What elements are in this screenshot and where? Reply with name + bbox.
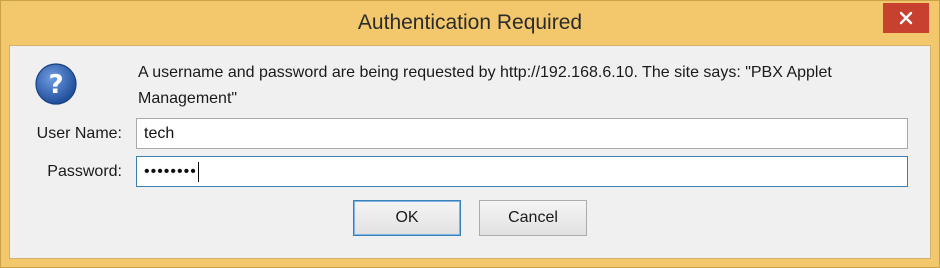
- ok-button[interactable]: OK: [353, 200, 461, 236]
- password-label: Password:: [47, 163, 122, 180]
- close-button[interactable]: [883, 3, 929, 33]
- close-icon: [899, 11, 913, 25]
- auth-message: A username and password are being reques…: [138, 64, 832, 107]
- title-bar[interactable]: Authentication Required: [1, 1, 939, 45]
- username-label: User Name:: [36, 125, 122, 142]
- question-icon: ?: [35, 63, 77, 105]
- dialog-body: ? A username and password are being requ…: [9, 45, 931, 259]
- username-input[interactable]: tech: [136, 118, 908, 149]
- auth-dialog-window: Authentication Required ? A username and…: [0, 0, 940, 268]
- text-caret: [197, 161, 199, 182]
- window-title: Authentication Required: [357, 11, 583, 34]
- password-input[interactable]: ••••••••: [136, 156, 908, 187]
- cancel-button[interactable]: Cancel: [479, 200, 587, 236]
- password-masked-value: ••••••••: [144, 163, 197, 180]
- svg-text:?: ?: [48, 70, 63, 100]
- username-value: tech: [144, 125, 175, 142]
